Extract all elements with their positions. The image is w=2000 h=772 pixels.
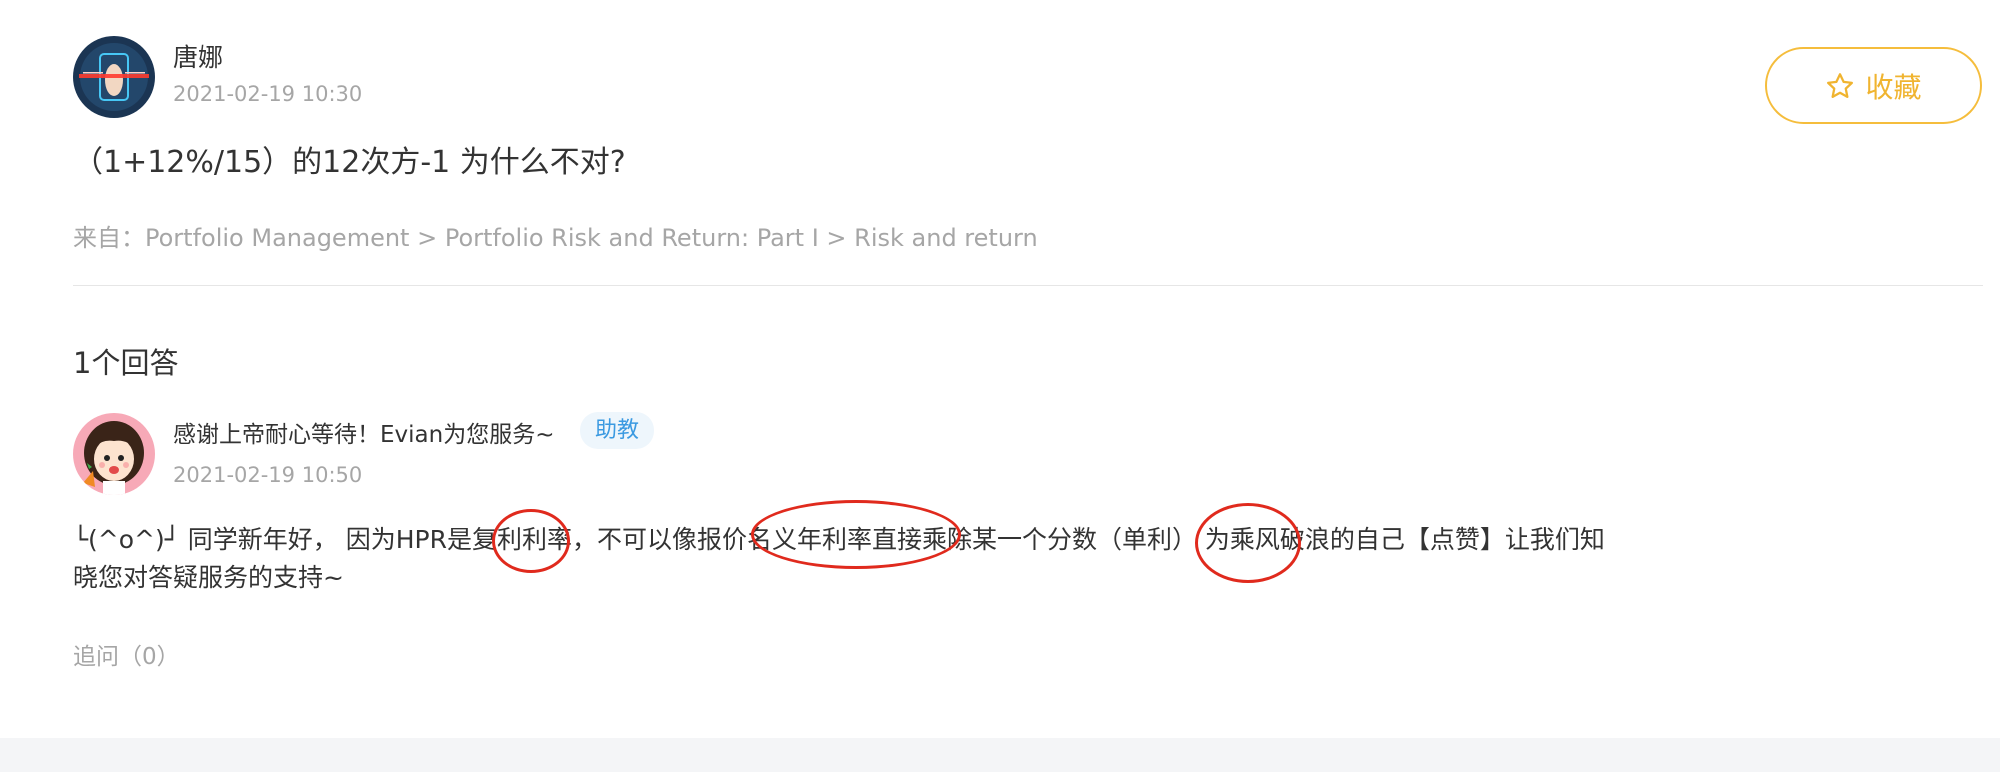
divider (73, 285, 1983, 286)
question-timestamp: 2021-02-19 10:30 (173, 82, 363, 106)
answer-body-line: └(^o^)┘ 同学新年好， 因为HPR是复利利率，不可以像报价名义年利率直接乘… (73, 525, 1605, 554)
star-outline-icon (1827, 72, 1854, 98)
teaching-assistant-badge: 助教 (580, 412, 655, 449)
cartoon-girl-avatar-image (73, 413, 155, 495)
answer-author-name[interactable]: 感谢上帝耐心等待！Evian为您服务~ (173, 415, 554, 449)
favorite-button[interactable]: 收藏 (1765, 47, 1982, 124)
answers-count-heading: 1个回答 (73, 346, 179, 380)
question-title: （1+12%/15）的12次方-1 为什么不对? (73, 145, 626, 180)
question-author-name[interactable]: 唐娜 (173, 38, 223, 74)
follow-up-link[interactable]: 追问（0） (73, 637, 180, 671)
question-author-avatar[interactable] (73, 36, 155, 118)
answer-body: └(^o^)┘ 同学新年好， 因为HPR是复利利率，不可以像报价名义年利率直接乘… (73, 521, 1793, 597)
answer-body-line: 晓您对答疑服务的支持~ (73, 563, 344, 592)
question-source-breadcrumb[interactable]: 来自：Portfolio Management > Portfolio Risk… (73, 218, 1038, 253)
fingerprint-scan-avatar-image (73, 36, 155, 118)
favorite-button-label: 收藏 (1865, 70, 1922, 104)
bottom-bar (0, 738, 2000, 772)
answer-timestamp: 2021-02-19 10:50 (173, 463, 363, 487)
answer-author-avatar[interactable] (73, 413, 155, 495)
qa-page: 唐娜 2021-02-19 10:30 收藏 （1+12%/15）的12次方-1… (0, 0, 2000, 772)
